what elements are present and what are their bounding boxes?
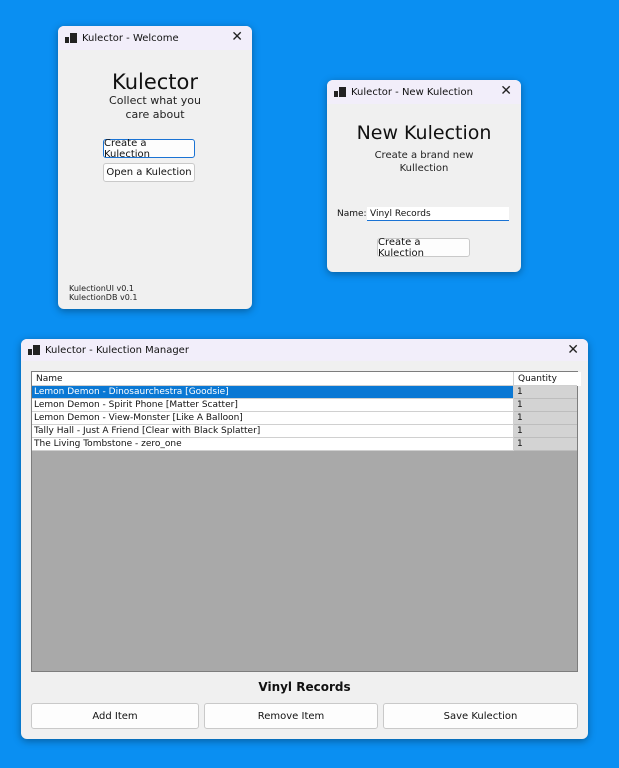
table-row[interactable]: Lemon Demon - Spirit Phone [Matter Scatt… <box>32 399 577 412</box>
item-quantity-cell[interactable]: 1 <box>514 386 577 399</box>
ui-version: KulectionUI v0.1 <box>69 284 134 293</box>
add-item-button[interactable]: Add Item <box>31 703 199 729</box>
open-kulection-button[interactable]: Open a Kulection <box>103 163 195 182</box>
column-header-quantity[interactable]: Quantity <box>514 372 577 386</box>
table-row[interactable]: Lemon Demon - Dinosaurchestra [Goodsie] … <box>32 386 577 399</box>
item-name-cell[interactable]: Tally Hall - Just A Friend [Clear with B… <box>32 425 514 438</box>
save-kulection-button[interactable]: Save Kulection <box>383 703 578 729</box>
close-icon[interactable]: ✕ <box>567 342 579 358</box>
app-window-icon <box>65 33 77 43</box>
remove-item-button[interactable]: Remove Item <box>204 703 378 729</box>
item-name-cell[interactable]: Lemon Demon - Spirit Phone [Matter Scatt… <box>32 399 514 412</box>
window-title: Kulector - Kulection Manager <box>45 344 189 356</box>
subheading: Create a brand new Kullection <box>374 150 474 174</box>
items-grid[interactable]: Name Quantity Lemon Demon - Dinosaurches… <box>31 371 581 672</box>
table-row[interactable]: Lemon Demon - View-Monster [Like A Ballo… <box>32 412 577 425</box>
table-row[interactable]: The Living Tombstone - zero_one 1 <box>32 438 577 451</box>
window-title: Kulector - Welcome <box>82 32 179 44</box>
heading: New Kulection <box>356 122 492 144</box>
item-quantity-cell[interactable]: 1 <box>514 399 577 412</box>
item-quantity-cell[interactable]: 1 <box>514 412 577 425</box>
close-icon[interactable]: ✕ <box>231 29 243 45</box>
column-header-name[interactable]: Name <box>32 372 514 386</box>
item-name-cell[interactable]: Lemon Demon - View-Monster [Like A Ballo… <box>32 412 514 425</box>
item-quantity-cell[interactable]: 1 <box>514 438 577 451</box>
app-window-icon <box>334 87 346 97</box>
welcome-window: Kulector - Welcome ✕ Kulector Collect wh… <box>58 26 252 309</box>
tagline: Collect what you care about <box>109 94 201 121</box>
grid-header: Name Quantity <box>32 372 581 386</box>
item-quantity-cell[interactable]: 1 <box>514 425 577 438</box>
kulection-manager-window: Kulector - Kulection Manager ✕ Name Quan… <box>21 339 588 739</box>
db-version: KulectionDB v0.1 <box>69 293 138 302</box>
app-window-icon <box>28 345 40 355</box>
close-icon[interactable]: ✕ <box>500 83 512 99</box>
item-name-cell[interactable]: Lemon Demon - Dinosaurchestra [Goodsie] <box>32 386 514 399</box>
create-kulection-button[interactable]: Create a Kulection <box>103 138 195 160</box>
name-input[interactable] <box>367 207 509 221</box>
welcome-titlebar[interactable]: Kulector - Welcome ✕ <box>58 26 252 50</box>
kulection-name: Vinyl Records <box>258 680 351 694</box>
table-row[interactable]: Tally Hall - Just A Friend [Clear with B… <box>32 425 577 438</box>
create-kulection-button[interactable]: Create a Kulection <box>377 237 470 259</box>
window-title: Kulector - New Kulection <box>351 86 473 98</box>
name-label: Name: <box>337 209 367 219</box>
manager-titlebar[interactable]: Kulector - Kulection Manager ✕ <box>21 339 588 361</box>
item-name-cell[interactable]: The Living Tombstone - zero_one <box>32 438 514 451</box>
new-kulection-titlebar[interactable]: Kulector - New Kulection ✕ <box>327 80 521 104</box>
app-name: Kulector <box>111 70 199 94</box>
new-kulection-window: Kulector - New Kulection ✕ New Kulection… <box>327 80 521 272</box>
